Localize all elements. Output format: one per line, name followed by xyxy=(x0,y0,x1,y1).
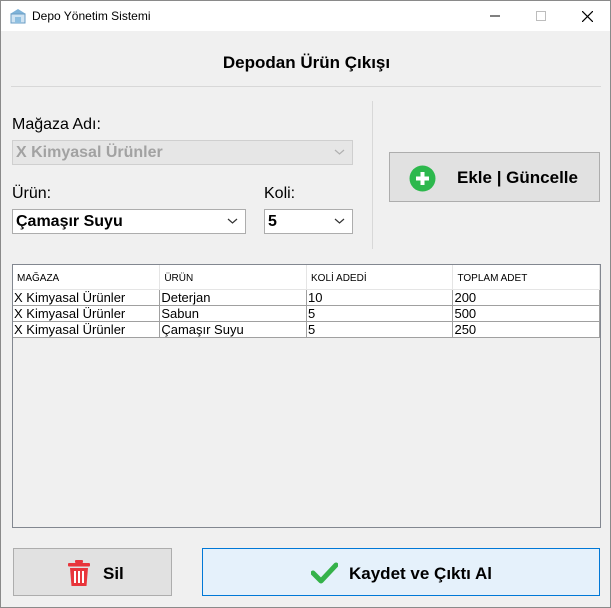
table-cell[interactable]: X Kimyasal Ürünler xyxy=(13,305,161,322)
maximize-button[interactable] xyxy=(518,1,564,31)
store-select-value: X Kimyasal Ürünler xyxy=(16,143,163,161)
close-button[interactable] xyxy=(564,1,610,31)
page-title: Depodan Ürün Çıkışı xyxy=(222,53,391,72)
save-print-button[interactable]: Kaydet ve Çıktı Al xyxy=(202,548,600,596)
product-select-value: Çamaşır Suyu xyxy=(16,212,123,230)
separator-vertical xyxy=(372,101,373,249)
table-cell[interactable]: Çamaşır Suyu xyxy=(159,321,308,338)
save-print-label: Kaydet ve Çıktı Al xyxy=(349,564,492,583)
column-header-total[interactable]: TOPLAM ADET xyxy=(452,265,600,290)
table-cell[interactable]: 5 xyxy=(306,321,454,338)
table-row[interactable]: X Kimyasal Ürünler Çamaşır Suyu 5 250 xyxy=(13,321,600,338)
add-update-label: Ekle | Güncelle xyxy=(457,168,578,187)
delete-label: Sil xyxy=(103,564,124,583)
table-cell[interactable]: Sabun xyxy=(159,305,308,322)
table-cell[interactable]: X Kimyasal Ürünler xyxy=(13,321,161,338)
items-grid[interactable]: MAĞAZA ÜRÜN KOLİ ADEDİ TOPLAM ADET X Kim… xyxy=(12,264,601,528)
table-cell[interactable]: Deterjan xyxy=(159,289,308,306)
trash-icon xyxy=(68,560,90,586)
maximize-icon xyxy=(536,11,546,21)
table-cell[interactable]: 10 xyxy=(306,289,454,306)
close-icon xyxy=(581,10,593,22)
table-cell[interactable]: 200 xyxy=(452,289,600,306)
add-update-button[interactable]: Ekle | Güncelle xyxy=(389,152,600,202)
product-label: Ürün: xyxy=(12,185,52,202)
chevron-down-icon xyxy=(334,149,345,155)
column-header-product[interactable]: ÜRÜN xyxy=(159,265,308,290)
title-bar[interactable]: Depo Yönetim Sistemi xyxy=(1,1,610,31)
minimize-icon xyxy=(490,15,500,17)
table-cell[interactable]: 5 xyxy=(306,305,454,322)
checkmark-icon xyxy=(311,562,338,584)
koli-select-value: 5 xyxy=(268,212,277,230)
main-window: Depo Yönetim Sistemi Depodan Ürün Çıkışı… xyxy=(0,0,611,608)
chevron-down-icon xyxy=(227,218,238,224)
table-cell[interactable]: 250 xyxy=(452,321,600,338)
warehouse-icon xyxy=(10,9,26,24)
store-label: Mağaza Adı: xyxy=(12,116,101,133)
items-table: MAĞAZA ÜRÜN KOLİ ADEDİ TOPLAM ADET X Kim… xyxy=(13,265,600,338)
column-header-store[interactable]: MAĞAZA xyxy=(13,265,161,290)
separator-horizontal xyxy=(11,86,601,87)
table-row[interactable]: X Kimyasal Ürünler Sabun 5 500 xyxy=(13,305,600,322)
chevron-down-icon xyxy=(334,218,345,224)
column-header-koli[interactable]: KOLİ ADEDİ xyxy=(306,265,454,290)
table-cell[interactable]: 500 xyxy=(452,305,600,322)
store-select[interactable]: X Kimyasal Ürünler xyxy=(12,140,353,165)
table-row[interactable]: X Kimyasal Ürünler Deterjan 10 200 xyxy=(13,289,600,306)
koli-select[interactable]: 5 xyxy=(264,209,353,234)
window-title: Depo Yönetim Sistemi xyxy=(32,9,151,23)
product-select[interactable]: Çamaşır Suyu xyxy=(12,209,246,234)
koli-label: Koli: xyxy=(264,185,296,202)
delete-button[interactable]: Sil xyxy=(13,548,172,596)
plus-circle-icon xyxy=(409,165,436,192)
table-cell[interactable]: X Kimyasal Ürünler xyxy=(13,289,161,306)
minimize-button[interactable] xyxy=(472,1,518,31)
